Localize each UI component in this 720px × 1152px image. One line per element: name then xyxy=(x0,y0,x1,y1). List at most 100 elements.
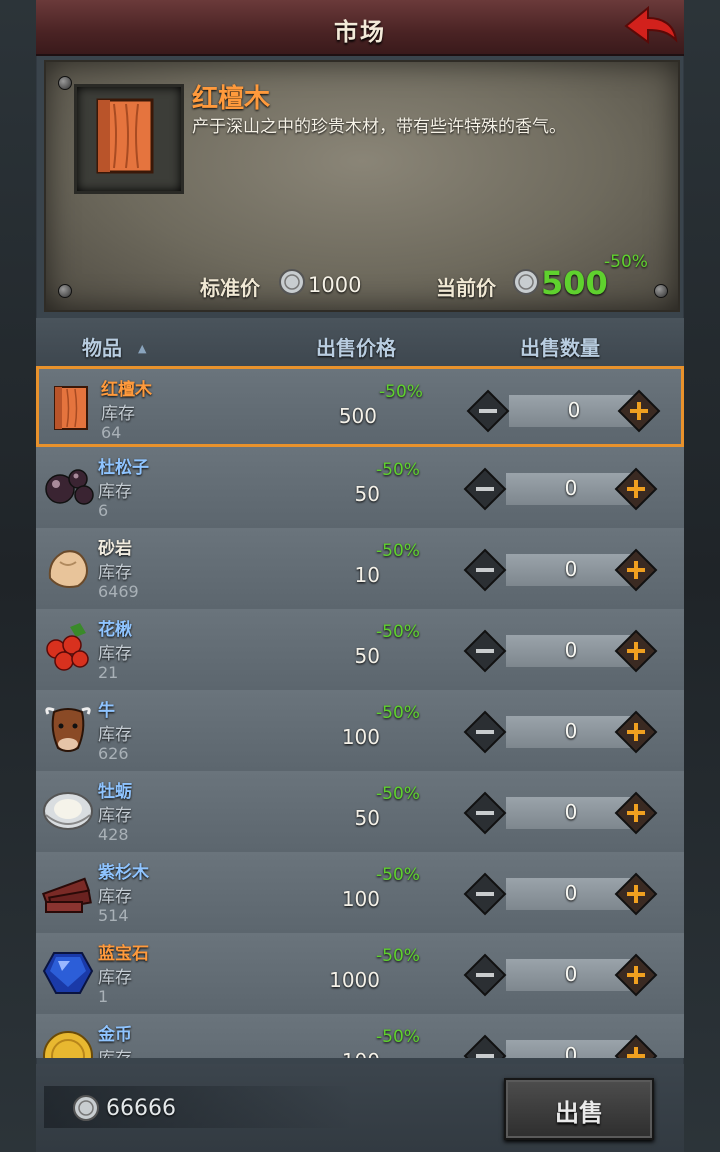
item-row[interactable]: 牛库存 626 -50% 100 0 xyxy=(36,690,684,772)
decrease-button[interactable] xyxy=(463,791,507,835)
plus-icon xyxy=(614,548,658,592)
item-discount: -50% xyxy=(379,382,423,402)
item-stock: 21 xyxy=(98,663,119,682)
decrease-button[interactable] xyxy=(466,389,510,433)
minus-icon xyxy=(463,1034,507,1058)
increase-button[interactable] xyxy=(614,872,658,916)
juniper-berry-icon xyxy=(45,469,94,505)
item-discount: -50% xyxy=(376,622,420,642)
decrease-button[interactable] xyxy=(463,710,507,754)
item-discount: -50% xyxy=(376,703,420,723)
item-row[interactable]: 砂岩 库存 6469 -50% 10 0 xyxy=(36,528,684,610)
item-name: 蓝宝石 xyxy=(98,944,149,964)
item-stock-label: 库存 xyxy=(101,404,135,424)
plus-icon xyxy=(614,710,658,754)
item-stock: 1 xyxy=(98,987,109,1006)
back-button[interactable] xyxy=(622,4,680,50)
item-stock-label: 库存 xyxy=(98,725,132,745)
increase-button[interactable] xyxy=(614,629,658,673)
detail-item-slot xyxy=(74,84,184,194)
minus-icon xyxy=(466,389,510,433)
plus-icon xyxy=(614,872,658,916)
item-row[interactable]: 花楸 库存 21 -50% 50 0 xyxy=(36,609,684,691)
item-detail-panel: 红檀木 产于深山之中的珍贵木材，带有些许特殊的香气。 标准价 1000 当前价 … xyxy=(44,60,680,312)
plus-icon xyxy=(614,467,658,511)
decrease-button[interactable] xyxy=(463,1034,507,1058)
nail-icon xyxy=(58,76,72,90)
footer-bar: 66666 出售 xyxy=(36,1064,684,1152)
plus-icon xyxy=(614,1034,658,1058)
item-list[interactable]: 红檀木 库存 64 -50% 500 0 杜松子 库存 6 -50% 50 0 砂岩 库存 6469 -50%… xyxy=(36,366,684,1058)
item-stock: 6469 xyxy=(98,582,139,601)
item-price: 10 xyxy=(354,563,380,587)
item-price: 100 xyxy=(341,887,380,911)
item-stock: 6 xyxy=(98,501,109,520)
column-item-header[interactable]: 物品 xyxy=(82,332,122,361)
increase-button[interactable] xyxy=(617,389,661,433)
item-name: 红檀木 xyxy=(101,380,152,400)
item-stock: 64 xyxy=(101,423,122,442)
minus-icon xyxy=(463,872,507,916)
redwood-icon xyxy=(54,386,88,430)
item-discount: -50% xyxy=(376,541,420,561)
increase-button[interactable] xyxy=(614,710,658,754)
item-stock-label: 库存 xyxy=(98,563,132,583)
item-name: 牡蛎 xyxy=(98,782,132,802)
increase-button[interactable] xyxy=(614,467,658,511)
decrease-button[interactable] xyxy=(463,467,507,511)
item-row[interactable]: 金币库存-50%1000 xyxy=(36,1014,684,1058)
item-stock-label: 库存 xyxy=(98,887,132,907)
item-row[interactable]: 蓝宝石 库存 1 -50% 1000 0 xyxy=(36,933,684,1015)
plus-icon xyxy=(614,791,658,835)
item-name: 砂岩 xyxy=(98,539,132,559)
item-stock-label: 库存 xyxy=(98,482,132,502)
item-price: 50 xyxy=(354,482,380,506)
minus-icon xyxy=(463,629,507,673)
plus-icon xyxy=(617,389,661,433)
minus-icon xyxy=(463,548,507,592)
item-row[interactable]: 杜松子 库存 6 -50% 50 0 xyxy=(36,447,684,529)
rowan-berry-icon xyxy=(46,623,89,671)
current-price-discount: -50% xyxy=(604,252,648,272)
item-stock: 626 xyxy=(98,744,129,763)
item-price: 50 xyxy=(354,644,380,668)
minus-icon xyxy=(463,953,507,997)
detail-item-name: 红檀木 xyxy=(192,84,271,114)
item-name: 紫杉木 xyxy=(98,863,149,883)
decrease-button[interactable] xyxy=(463,953,507,997)
item-name: 杜松子 xyxy=(98,458,149,478)
decrease-button[interactable] xyxy=(463,872,507,916)
item-discount: -50% xyxy=(376,865,420,885)
minus-icon xyxy=(463,710,507,754)
item-stock-label: 库存 xyxy=(98,1044,132,1058)
increase-button[interactable] xyxy=(614,791,658,835)
increase-button[interactable] xyxy=(614,548,658,592)
column-price-header: 出售价格 xyxy=(316,336,396,360)
yew-wood-icon xyxy=(41,877,92,913)
detail-item-description: 产于深山之中的珍贵木材，带有些许特殊的香气。 xyxy=(192,117,566,137)
sell-button[interactable]: 出售 xyxy=(504,1078,654,1140)
increase-button[interactable] xyxy=(614,953,658,997)
item-price: 100 xyxy=(341,725,380,749)
sort-ascending-icon[interactable]: ▲ xyxy=(138,342,146,355)
silver-coin-icon xyxy=(513,269,539,295)
column-quantity-header: 出售数量 xyxy=(520,336,600,360)
increase-button[interactable] xyxy=(614,1034,658,1058)
item-stock-label: 库存 xyxy=(98,968,132,988)
plus-icon xyxy=(614,953,658,997)
item-discount: -50% xyxy=(376,1027,420,1047)
right-border xyxy=(684,0,720,1152)
item-row[interactable]: 红檀木 库存 64 -50% 500 0 xyxy=(36,366,684,447)
item-row[interactable]: 牡蛎 库存 428 -50% 50 0 xyxy=(36,771,684,853)
item-name: 牛 xyxy=(98,701,115,721)
decrease-button[interactable] xyxy=(463,629,507,673)
gold-coin-icon xyxy=(43,1031,93,1058)
sell-button-label: 出售 xyxy=(555,1099,603,1127)
decrease-button[interactable] xyxy=(463,548,507,592)
item-discount: -50% xyxy=(376,784,420,804)
sandstone-icon xyxy=(48,550,88,588)
plus-icon xyxy=(614,629,658,673)
silver-coin-icon xyxy=(279,269,305,295)
item-row[interactable]: 紫杉木 库存 514 -50% 100 0 xyxy=(36,852,684,934)
cow-icon xyxy=(45,707,91,752)
